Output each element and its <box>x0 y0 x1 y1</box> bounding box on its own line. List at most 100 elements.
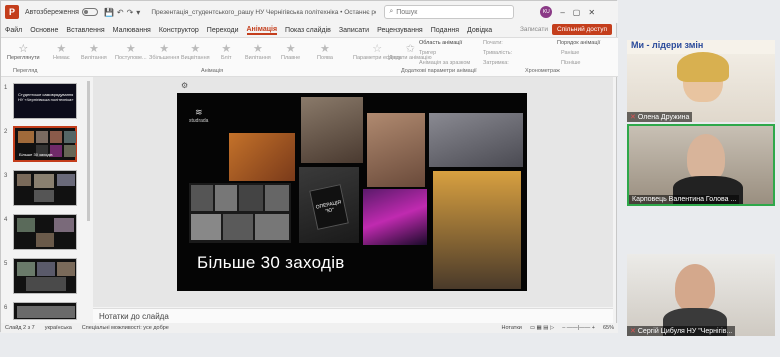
move-earlier-label: Раніше <box>561 50 580 56</box>
share-button[interactable]: Спільний доступ <box>552 24 612 35</box>
animation-label: Вилітання <box>245 55 271 61</box>
photo-craft-table[interactable] <box>367 113 425 187</box>
thumbnail-caption: Студентське самоврядування НУ «Чернігівс… <box>18 92 74 102</box>
animation-pane-button[interactable]: Область анімації <box>419 40 462 46</box>
animation-label: Бліт <box>221 55 232 61</box>
search-input[interactable]: ⌕ Пошук <box>384 5 515 19</box>
photo-book[interactable]: ОПЕРАЦІЯ "Ю" <box>299 167 359 243</box>
menu-right-actions: Записати Спільний доступ <box>520 24 612 35</box>
window-controls[interactable]: –▢✕ <box>560 8 603 17</box>
photo-large-group[interactable] <box>433 171 521 289</box>
participant-name: Сергій Цибуля НУ "Чернігів... <box>637 328 733 335</box>
trigger-button[interactable]: Тригер <box>419 50 436 56</box>
photo-meeting[interactable] <box>301 97 363 163</box>
star-icon: ★ <box>125 43 136 55</box>
tab-home[interactable]: Основне <box>30 27 58 34</box>
notes-pane[interactable]: Нотатки до слайда <box>93 308 613 323</box>
animation-blink[interactable]: ★ Бліт <box>221 42 232 61</box>
record-button[interactable]: Записати <box>520 26 548 33</box>
slide-caption[interactable]: Більше 30 заходів <box>197 253 345 273</box>
thumbnail-slide-6[interactable] <box>13 302 77 320</box>
powerpoint-logo: P <box>5 5 19 19</box>
avatar[interactable]: KU <box>540 6 553 18</box>
thumbnail-number: 2 <box>4 129 8 135</box>
quick-access-toolbar[interactable]: 💾↶↷▾ <box>104 8 143 17</box>
slide-thumbnails-panel: 1 Студентське самоврядування НУ «Чернігі… <box>1 77 89 322</box>
star-icon: ★ <box>221 43 232 55</box>
delay-field[interactable]: Затримка: <box>483 60 509 66</box>
participant-name: Олена Дружина <box>637 114 690 121</box>
tab-file[interactable]: Файл <box>5 27 22 34</box>
thumbnail-number: 4 <box>4 217 8 223</box>
move-earlier-button[interactable]: Раніше <box>561 50 579 56</box>
animation-label: Вилітання <box>81 55 107 61</box>
animation-flyin-2[interactable]: ★ Вилітання <box>245 42 271 61</box>
start-field[interactable]: Почати: <box>483 40 503 46</box>
autosave-label: Автозбереження <box>25 8 79 16</box>
accessibility-status[interactable]: Спеціальні можливості: усе добре <box>82 325 169 331</box>
move-later-label: Пізніше <box>561 60 581 66</box>
logo-text: studrada <box>189 118 209 124</box>
accessibility-icon[interactable]: ⚙ <box>181 81 188 90</box>
mic-off-icon: ✕ <box>630 328 636 335</box>
animation-gradual[interactable]: ★ Поступове... <box>115 42 147 61</box>
notes-placeholder: Нотатки до слайда <box>99 312 169 321</box>
zoom-level[interactable]: 65% <box>603 325 614 331</box>
animation-none[interactable]: ★ Немає <box>53 42 70 61</box>
participant-face <box>687 134 725 182</box>
preview-button[interactable]: ☆ Переглянути <box>7 42 40 61</box>
star-icon: ☆ <box>18 43 29 55</box>
thumbnail-slide-4[interactable] <box>13 214 77 250</box>
reorder-label: Порядок анімації <box>557 40 601 46</box>
video-tile-1[interactable]: Ми - лідери змін ✕ Олена Дружина <box>627 40 775 122</box>
animation-painter-button[interactable]: Анімація за зразком <box>419 60 470 66</box>
studrada-logo: ≋ studrada <box>189 107 209 124</box>
thumbnails-scrollbar[interactable] <box>87 81 90 221</box>
language-indicator[interactable]: українська <box>45 325 72 331</box>
tab-record[interactable]: Записати <box>339 27 369 34</box>
participant-hair <box>677 52 729 82</box>
view-buttons[interactable]: ▭ ▦ ▤ ▷ <box>530 325 554 331</box>
slide-counter: Слайд 2 з 7 <box>5 325 35 331</box>
tab-help[interactable]: Довідка <box>467 27 492 34</box>
tab-animations[interactable]: Анімація <box>246 26 278 35</box>
current-slide[interactable]: ≋ studrada ОПЕРАЦІЯ "Ю" Більше 30 заході… <box>177 93 527 291</box>
star-icon: ★ <box>88 43 99 55</box>
animation-zoom[interactable]: ★ Збільшення <box>149 42 179 61</box>
photo-collage-bw[interactable] <box>189 183 291 243</box>
photo-group-orange[interactable] <box>229 133 295 181</box>
tab-design[interactable]: Конструктор <box>159 27 199 34</box>
tab-transitions[interactable]: Переходи <box>207 27 239 34</box>
tab-insert[interactable]: Вставлення <box>66 27 104 34</box>
thumbnail-slide-1[interactable]: Студентське самоврядування НУ «Чернігівс… <box>13 83 77 119</box>
video-tile-3[interactable]: ✕ Сергій Цибуля НУ "Чернігів... <box>627 254 775 336</box>
preview-label: Переглянути <box>7 55 40 61</box>
animation-label: Вицвітання <box>181 55 210 61</box>
delay-label: Затримка: <box>483 60 509 66</box>
animation-flyin[interactable]: ★ Вилітання <box>81 42 107 61</box>
video-tile-2[interactable]: Карповець Валентина Голова ... <box>627 124 775 206</box>
photo-purple-event[interactable] <box>363 189 427 245</box>
thumbnail-slide-2[interactable]: Більше 30 заходів <box>13 126 77 162</box>
tab-draw[interactable]: Малювання <box>113 27 151 34</box>
thumbnail-slide-3[interactable] <box>13 170 77 206</box>
animation-label: Поява <box>317 55 333 61</box>
tab-review[interactable]: Рецензування <box>377 27 423 34</box>
thumbnail-slide-5[interactable] <box>13 258 77 294</box>
tab-view[interactable]: Подання <box>431 27 459 34</box>
title-bar: P Автозбереження 💾↶↷▾ Презентація_студен… <box>1 1 618 23</box>
duration-field[interactable]: Тривалість: <box>483 50 512 56</box>
menu-bar: Файл Основне Вставлення Малювання Констр… <box>1 23 618 37</box>
powerpoint-window: P Автозбереження 💾↶↷▾ Презентація_студен… <box>0 0 618 333</box>
animation-fade[interactable]: ★ Вицвітання <box>181 42 210 61</box>
photo-classroom[interactable] <box>429 113 523 167</box>
zoom-slider[interactable]: – ——|—— + <box>562 325 595 331</box>
notes-toggle-button[interactable]: Нотатки <box>502 325 522 331</box>
autosave-toggle[interactable] <box>81 8 98 16</box>
tab-slideshow[interactable]: Показ слайдів <box>285 27 331 34</box>
move-later-button[interactable]: Пізніше <box>561 60 580 66</box>
animation-appear[interactable]: ★ Поява <box>317 42 333 61</box>
status-bar: Слайд 2 з 7 українська Спеціальні можлив… <box>1 323 618 333</box>
start-label: Почати: <box>483 40 503 46</box>
animation-smooth[interactable]: ★ Плавне <box>281 42 300 61</box>
